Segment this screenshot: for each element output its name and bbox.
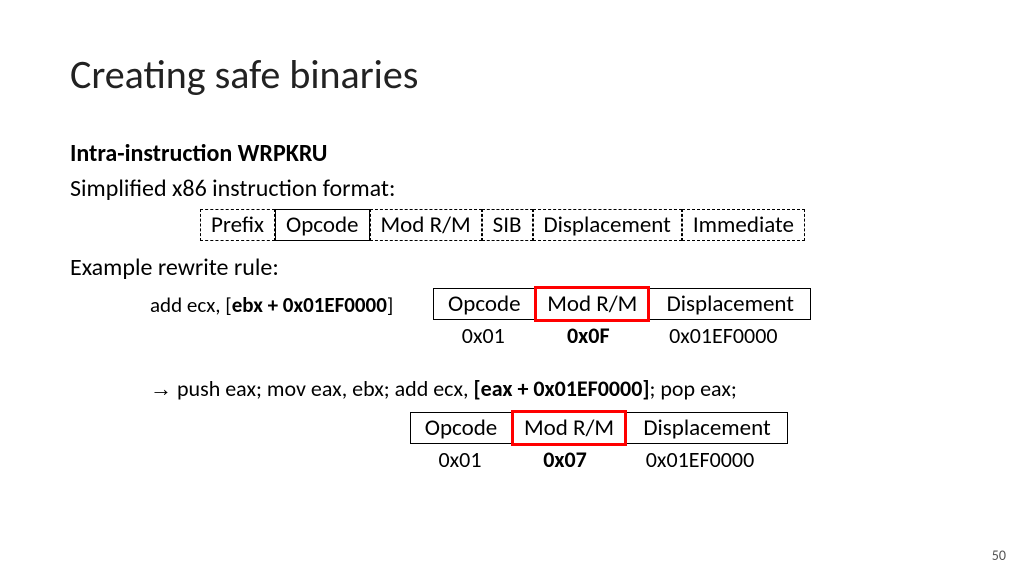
fmt-opcode: Opcode <box>275 209 370 241</box>
page-number: 50 <box>992 547 1006 564</box>
t2-hdr-modrm: Mod R/M <box>511 410 627 446</box>
section-subtitle: Intra-instruction WRPKRU <box>70 139 954 168</box>
t1-val-disp: 0x01EF0000 <box>643 320 803 351</box>
fmt-disp: Displacement <box>533 209 682 241</box>
t2-val-opcode: 0x01 <box>410 444 510 475</box>
t2-val-modrm: 0x07 <box>510 444 620 475</box>
t2-hdr-opcode: Opcode <box>410 412 512 444</box>
arrow-icon: → <box>150 376 172 401</box>
t1-val-modrm: 0x0F <box>533 320 643 351</box>
encoding-table-1: Opcode Mod R/M Displacement 0x01 0x0F 0x… <box>433 288 811 351</box>
fmt-imm: Immediate <box>682 209 805 241</box>
example-row-1: add ecx, [ebx + 0x01EF0000] Opcode Mod R… <box>70 288 954 351</box>
fmt-modrm: Mod R/M <box>370 209 482 241</box>
format-intro: Simplified x86 instruction format: <box>70 174 954 203</box>
encoding-table-2: Opcode Mod R/M Displacement 0x01 0x07 0x… <box>410 412 954 475</box>
t2-val-disp: 0x01EF0000 <box>620 444 780 475</box>
instruction-format-row: Prefix Opcode Mod R/M SIB Displacement I… <box>200 209 954 241</box>
rewrite-line: → push eax; mov eax, ebx; add ecx, [eax … <box>150 375 954 402</box>
t1-hdr-disp: Displacement <box>649 288 811 320</box>
t1-hdr-opcode: Opcode <box>433 288 535 320</box>
t1-val-opcode: 0x01 <box>433 320 533 351</box>
slide-title: Creating safe binaries <box>70 50 954 99</box>
t1-hdr-modrm: Mod R/M <box>534 286 650 322</box>
example-intro: Example rewrite rule: <box>70 253 954 282</box>
fmt-prefix: Prefix <box>200 209 275 241</box>
t2-hdr-disp: Displacement <box>626 412 788 444</box>
fmt-sib: SIB <box>482 209 533 241</box>
instruction-original: add ecx, [ebx + 0x01EF0000] <box>150 292 393 318</box>
